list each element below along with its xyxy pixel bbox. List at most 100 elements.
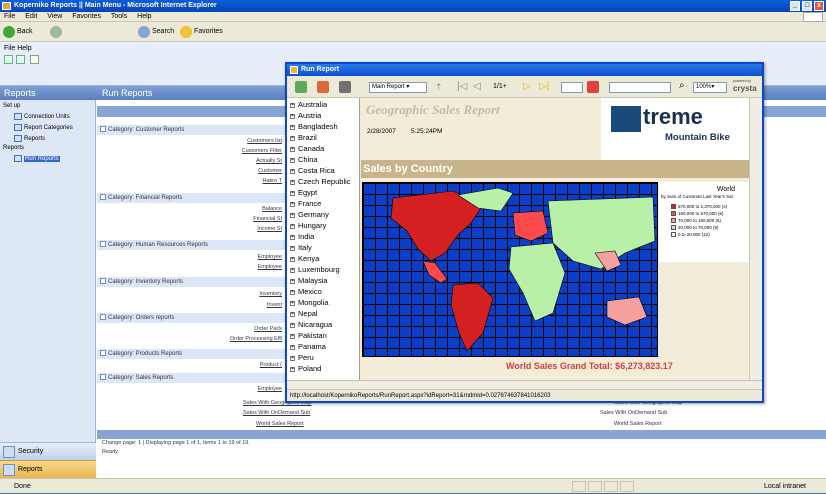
up-arrow-icon[interactable]: ⇡ — [435, 82, 443, 93]
tree-item-run-reports[interactable]: Run Reports — [14, 155, 60, 163]
tree-country[interactable]: + Austria — [290, 111, 321, 120]
next-page-icon[interactable]: ▷ — [523, 81, 531, 92]
horizontal-scrollbar[interactable] — [287, 380, 762, 389]
report-link[interactable]: Inventory — [259, 291, 282, 297]
menu-file[interactable]: File — [4, 13, 15, 20]
last-page-icon[interactable]: ▷| — [539, 81, 549, 92]
mexico-shape — [422, 260, 448, 284]
report-link[interactable]: Employee — [258, 264, 282, 270]
menu-view[interactable]: View — [47, 13, 62, 20]
category-row[interactable]: Category: Inventory Reports — [97, 277, 287, 287]
tree-country[interactable]: + Malaysia — [290, 276, 328, 285]
report-link[interactable]: Invent — [267, 302, 282, 308]
tree-country[interactable]: + Poland — [290, 364, 321, 373]
first-page-icon[interactable]: |◁ — [457, 81, 467, 92]
tree-country[interactable]: + Germany — [290, 210, 329, 219]
report-link[interactable]: Customers list — [247, 138, 282, 144]
category-row[interactable]: Category: Products Reports — [97, 349, 287, 359]
app-tool-icon[interactable] — [4, 55, 13, 64]
print-icon[interactable] — [339, 81, 351, 93]
tree-country[interactable]: + Nepal — [290, 309, 318, 318]
report-link[interactable]: Product ( — [260, 362, 282, 368]
report-link[interactable]: Balance — [262, 206, 282, 212]
category-row[interactable]: Category: Financial Reports — [97, 193, 287, 203]
tree-item-setup[interactable]: Set up — [3, 103, 20, 109]
app-tool-icon[interactable] — [16, 55, 25, 64]
tree-country[interactable]: + Nicaragua — [290, 320, 332, 329]
app-menu[interactable]: File Help — [4, 45, 32, 52]
tree-country[interactable]: + Egypt — [290, 188, 317, 197]
close-button[interactable]: x — [814, 1, 824, 11]
go-icon[interactable] — [587, 81, 599, 93]
tree-country[interactable]: + Costa Rica — [290, 166, 335, 175]
tree-country[interactable]: + Panama — [290, 342, 326, 351]
menu-help[interactable]: Help — [137, 13, 151, 20]
tree-country[interactable]: + Peru — [290, 353, 314, 362]
report-date: 2/28/2007 — [367, 128, 396, 135]
find-icon[interactable]: ⌕ — [679, 80, 685, 91]
report-link[interactable]: Customers Filter — [242, 148, 282, 154]
report-link[interactable]: Financial St — [253, 216, 282, 222]
goto-page-input[interactable] — [561, 82, 583, 93]
tree-country[interactable]: + Czech Republic — [290, 177, 351, 186]
report-link[interactable]: Customer — [258, 168, 282, 174]
vertical-scrollbar[interactable] — [749, 98, 762, 380]
tree-country[interactable]: + Pakistan — [290, 331, 327, 340]
tree-country[interactable]: + Canada — [290, 144, 324, 153]
report-link[interactable]: Employee — [258, 254, 282, 260]
back-arrow-icon — [3, 26, 15, 38]
tree-country[interactable]: + Kenya — [290, 254, 319, 263]
search-button[interactable]: Search — [138, 25, 174, 39]
tree-item-report-categories[interactable]: Report Categories — [14, 124, 73, 131]
window-title-bar: Koperniko Reports || Main Menu - Microso… — [0, 0, 826, 12]
help-icon[interactable] — [30, 55, 39, 64]
tree-country[interactable]: + Mongolia — [290, 298, 328, 307]
prev-page-icon[interactable]: ◁ — [473, 81, 481, 92]
report-link[interactable]: Employee — [258, 386, 282, 392]
grand-total: World Sales Grand Total: $6,273,823.17 — [506, 361, 673, 371]
tree-item-reports-root[interactable]: Reports — [3, 145, 24, 151]
sidebar-reports-button[interactable]: Reports — [0, 460, 96, 478]
report-link[interactable]: Sales With OnDemand Sub — [243, 410, 310, 416]
menu-edit[interactable]: Edit — [25, 13, 37, 20]
report-link[interactable]: Order Processing Effi — [230, 336, 282, 342]
export-icon[interactable] — [317, 81, 329, 93]
tree-country[interactable]: + Brazil — [290, 133, 317, 142]
tree-country[interactable]: + France — [290, 199, 321, 208]
tree-country[interactable]: + China — [290, 155, 318, 164]
back-button[interactable]: Back — [3, 25, 33, 39]
tree-toggle-icon[interactable] — [295, 81, 307, 93]
tree-country[interactable]: + Bangladesh — [290, 122, 338, 131]
doc-icon — [14, 124, 22, 131]
category-row[interactable]: Category: Human Resources Reports — [97, 240, 287, 250]
report-link[interactable]: Hakro T — [263, 178, 282, 184]
tree-item-reports[interactable]: Reports — [14, 135, 45, 142]
zoom-select[interactable]: 100%▾ — [693, 82, 727, 93]
tree-country[interactable]: + Luxembourg — [290, 265, 340, 274]
run-report-title-bar: Run Report — [287, 64, 762, 76]
tree-country[interactable]: + Hungary — [290, 221, 326, 230]
report-select[interactable]: Main Report ▾ — [369, 82, 427, 93]
tree-item-connection-units[interactable]: Connection Units — [14, 113, 70, 120]
report-link[interactable]: Income St — [257, 226, 282, 232]
pager[interactable]: Change page: 1 | Displaying page 1 of 1,… — [102, 440, 250, 446]
menu-favorites[interactable]: Favorites — [72, 13, 101, 20]
tree-country[interactable]: + Australia — [290, 100, 327, 109]
tree-country[interactable]: + Italy — [290, 243, 312, 252]
report-link[interactable]: Order Pack — [254, 326, 282, 332]
maximize-button[interactable]: □ — [802, 1, 812, 11]
report-link[interactable]: Actually St — [256, 158, 282, 164]
category-row[interactable]: Category: Orders reports — [97, 313, 287, 323]
tree-country[interactable]: + Mexico — [290, 287, 322, 296]
tree-country[interactable]: + India — [290, 232, 314, 241]
sidebar-security-button[interactable]: Security — [0, 442, 96, 460]
minimize-button[interactable]: _ — [790, 1, 800, 11]
category-row[interactable]: Category: Customer Reports — [97, 125, 287, 135]
report-link[interactable]: World Sales Report — [256, 421, 304, 427]
forward-button[interactable] — [50, 25, 62, 39]
category-row[interactable]: Category: Sales Reports — [97, 373, 287, 383]
search-text-input[interactable] — [609, 82, 671, 93]
favorites-button[interactable]: Favorites — [180, 25, 223, 39]
legend-item: 160,000 to 570,000 (6) — [671, 211, 724, 217]
menu-tools[interactable]: Tools — [111, 13, 127, 20]
